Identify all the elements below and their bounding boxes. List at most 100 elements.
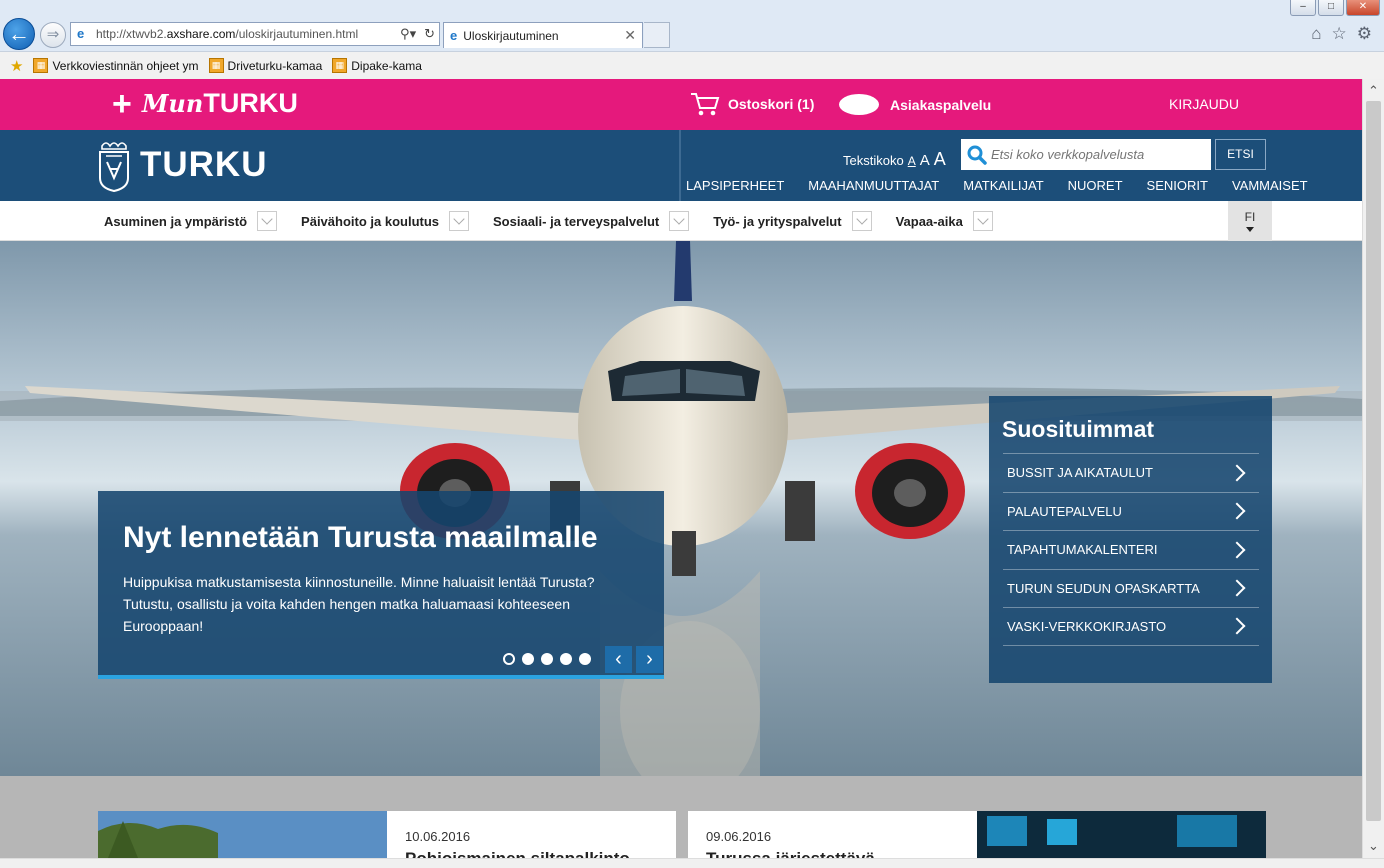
text-size-small[interactable]: A: [908, 154, 916, 168]
scrollbar-thumb[interactable]: [1366, 101, 1381, 821]
login-link[interactable]: KIRJAUDU: [1169, 96, 1239, 112]
refresh-icon[interactable]: ↻: [424, 26, 435, 42]
hero-caption-card[interactable]: Nyt lennetään Turusta maailmalle Huippuk…: [98, 491, 664, 679]
popular-link[interactable]: PALAUTEPALVELU: [1003, 491, 1259, 531]
chevron-down-icon[interactable]: [257, 211, 278, 231]
maximize-button[interactable]: □: [1318, 0, 1344, 16]
turku-crest-icon: [99, 142, 129, 192]
nav-item-label: Päivähoito ja koulutus: [301, 213, 440, 229]
news-title[interactable]: Pohjoismainen siltapalkinto: [405, 849, 630, 858]
audience-link[interactable]: VAMMAISET: [1232, 178, 1308, 193]
main-navigation: Asuminen ja ympäristö Päivähoito ja koul…: [0, 201, 1362, 241]
nav-item-leisure[interactable]: Vapaa-aika: [896, 211, 993, 231]
search-dropdown-icon[interactable]: ⚲▾: [400, 26, 416, 42]
news-card[interactable]: 09.06.2016 Turussa järjestettävä: [688, 811, 977, 858]
caret-down-icon: [1246, 227, 1254, 232]
address-bar[interactable]: e http://xtwvb2.axshare.com/uloskirjautu…: [70, 22, 440, 46]
chevron-down-icon[interactable]: [851, 211, 872, 231]
logo-turku-text: TURKU: [203, 88, 298, 118]
nav-item-work-business[interactable]: Työ- ja yrityspalvelut: [713, 211, 872, 231]
settings-gear-icon[interactable]: ⚙: [1357, 24, 1372, 44]
tab-active[interactable]: e Uloskirjautuminen ✕: [443, 22, 643, 48]
carousel-next-button[interactable]: ›: [636, 646, 663, 673]
chevron-right-icon: [1228, 502, 1246, 520]
text-size-large[interactable]: A: [934, 149, 946, 170]
popular-link-label: BUSSIT JA AIKATAULUT: [1007, 465, 1153, 481]
close-tab-icon[interactable]: ✕: [624, 27, 636, 44]
window-controls: – □ ✕: [1290, 0, 1380, 16]
favorite-site-icon: ▦: [332, 58, 348, 73]
nav-item-social-health[interactable]: Sosiaali- ja terveyspalvelut: [493, 211, 690, 231]
munturku-logo[interactable]: + MunTURKU: [112, 84, 298, 123]
hero-title[interactable]: Nyt lennetään Turusta maailmalle: [123, 521, 598, 555]
chevron-right-icon: [1228, 617, 1246, 635]
favorite-label: Dipake-kama: [351, 58, 422, 73]
back-button[interactable]: ←: [3, 18, 35, 50]
ie-tab-icon: e: [450, 28, 458, 43]
chevron-right-icon: [1228, 464, 1246, 482]
favorites-star-icon[interactable]: ☆: [1332, 24, 1347, 44]
chevron-right-icon: [1228, 579, 1246, 597]
carousel-dot[interactable]: [522, 653, 534, 665]
favorite-link[interactable]: ▦ Dipake-kama: [332, 58, 422, 73]
favorite-label: Verkkoviestinnän ohjeet ym: [52, 58, 199, 73]
chevron-right-icon: [1228, 541, 1246, 559]
add-favorite-icon[interactable]: ★: [10, 57, 23, 75]
nav-item-label: Työ- ja yrityspalvelut: [713, 213, 842, 229]
audience-link[interactable]: NUORET: [1068, 178, 1123, 193]
url-text[interactable]: http://xtwvb2.axshare.com/uloskirjautumi…: [96, 27, 396, 41]
carousel-dot[interactable]: [560, 653, 572, 665]
news-image-bridge[interactable]: [98, 811, 387, 858]
audience-link[interactable]: LAPSIPERHEET: [686, 178, 784, 193]
audience-links: LAPSIPERHEET MAAHANMUUTTAJAT MATKAILIJAT…: [686, 178, 1308, 193]
shopping-cart-icon: [691, 93, 720, 116]
main-nav-items: Asuminen ja ympäristö Päivähoito ja koul…: [104, 211, 993, 231]
popular-link[interactable]: TAPAHTUMAKALENTERI: [1003, 530, 1259, 569]
chevron-right-icon: ›: [646, 648, 653, 670]
popular-link[interactable]: BUSSIT JA AIKATAULUT: [1003, 453, 1259, 492]
popular-link[interactable]: TURUN SEUDUN OPASKARTTA: [1003, 568, 1259, 608]
audience-link[interactable]: MATKAILIJAT: [963, 178, 1043, 193]
plus-icon: +: [112, 84, 132, 123]
arrow-right-icon: ⇒: [46, 26, 60, 43]
turku-logo[interactable]: TURKU: [96, 138, 267, 192]
turku-logo-text: TURKU: [140, 145, 268, 184]
forward-button[interactable]: ⇒: [40, 22, 66, 48]
favorite-link[interactable]: ▦ Verkkoviestinnän ohjeet ym: [33, 58, 199, 73]
news-image-arena[interactable]: [977, 811, 1266, 858]
horizontal-scrollbar[interactable]: [0, 858, 1384, 868]
news-card[interactable]: 10.06.2016 Pohjoismainen siltapalkinto: [387, 811, 676, 858]
text-size-control: Tekstikoko A A A: [843, 149, 946, 170]
text-size-medium[interactable]: A: [920, 152, 930, 169]
vertical-scrollbar[interactable]: ⌃ ⌄: [1362, 79, 1384, 858]
carousel-dot[interactable]: [541, 653, 553, 665]
chevron-down-icon[interactable]: [669, 211, 690, 231]
language-selector[interactable]: FI: [1228, 201, 1272, 241]
chevron-down-icon[interactable]: [449, 211, 470, 231]
favorites-bar: ★ ▦ Verkkoviestinnän ohjeet ym ▦ Driveturk…: [0, 51, 1384, 79]
shopping-cart-link[interactable]: Ostoskori (1): [690, 91, 814, 117]
close-window-button[interactable]: ✕: [1346, 0, 1380, 16]
customer-service-link[interactable]: Asiakaspalvelu: [839, 94, 991, 115]
popular-link[interactable]: VASKI-VERKKOKIRJASTO: [1003, 607, 1259, 646]
carousel-dot[interactable]: [503, 653, 515, 665]
news-title[interactable]: Turussa järjestettävä: [706, 849, 875, 858]
scroll-down-icon[interactable]: ⌄: [1363, 836, 1384, 856]
chevron-down-icon[interactable]: [972, 211, 993, 231]
search-button[interactable]: ETSI: [1215, 139, 1266, 170]
carousel-dot[interactable]: [579, 653, 591, 665]
search-input[interactable]: [991, 147, 1201, 162]
favorite-link[interactable]: ▦ Driveturku-kamaa: [208, 58, 322, 73]
new-tab-button[interactable]: [644, 22, 670, 48]
audience-link[interactable]: MAAHANMUUTTAJAT: [808, 178, 939, 193]
nav-item-daycare[interactable]: Päivähoito ja koulutus: [301, 211, 470, 231]
minimize-button[interactable]: –: [1290, 0, 1316, 16]
audience-link[interactable]: SENIORIT: [1147, 178, 1208, 193]
home-icon[interactable]: ⌂: [1311, 24, 1321, 44]
logo-mun-text: Mun: [141, 89, 204, 118]
search-icon: [967, 145, 987, 165]
nav-item-housing[interactable]: Asuminen ja ympäristö: [104, 211, 278, 231]
browser-toolbar-icons: ⌂ ☆ ⚙: [1311, 24, 1372, 44]
scroll-up-icon[interactable]: ⌃: [1363, 81, 1384, 101]
carousel-prev-button[interactable]: ‹: [605, 646, 632, 673]
